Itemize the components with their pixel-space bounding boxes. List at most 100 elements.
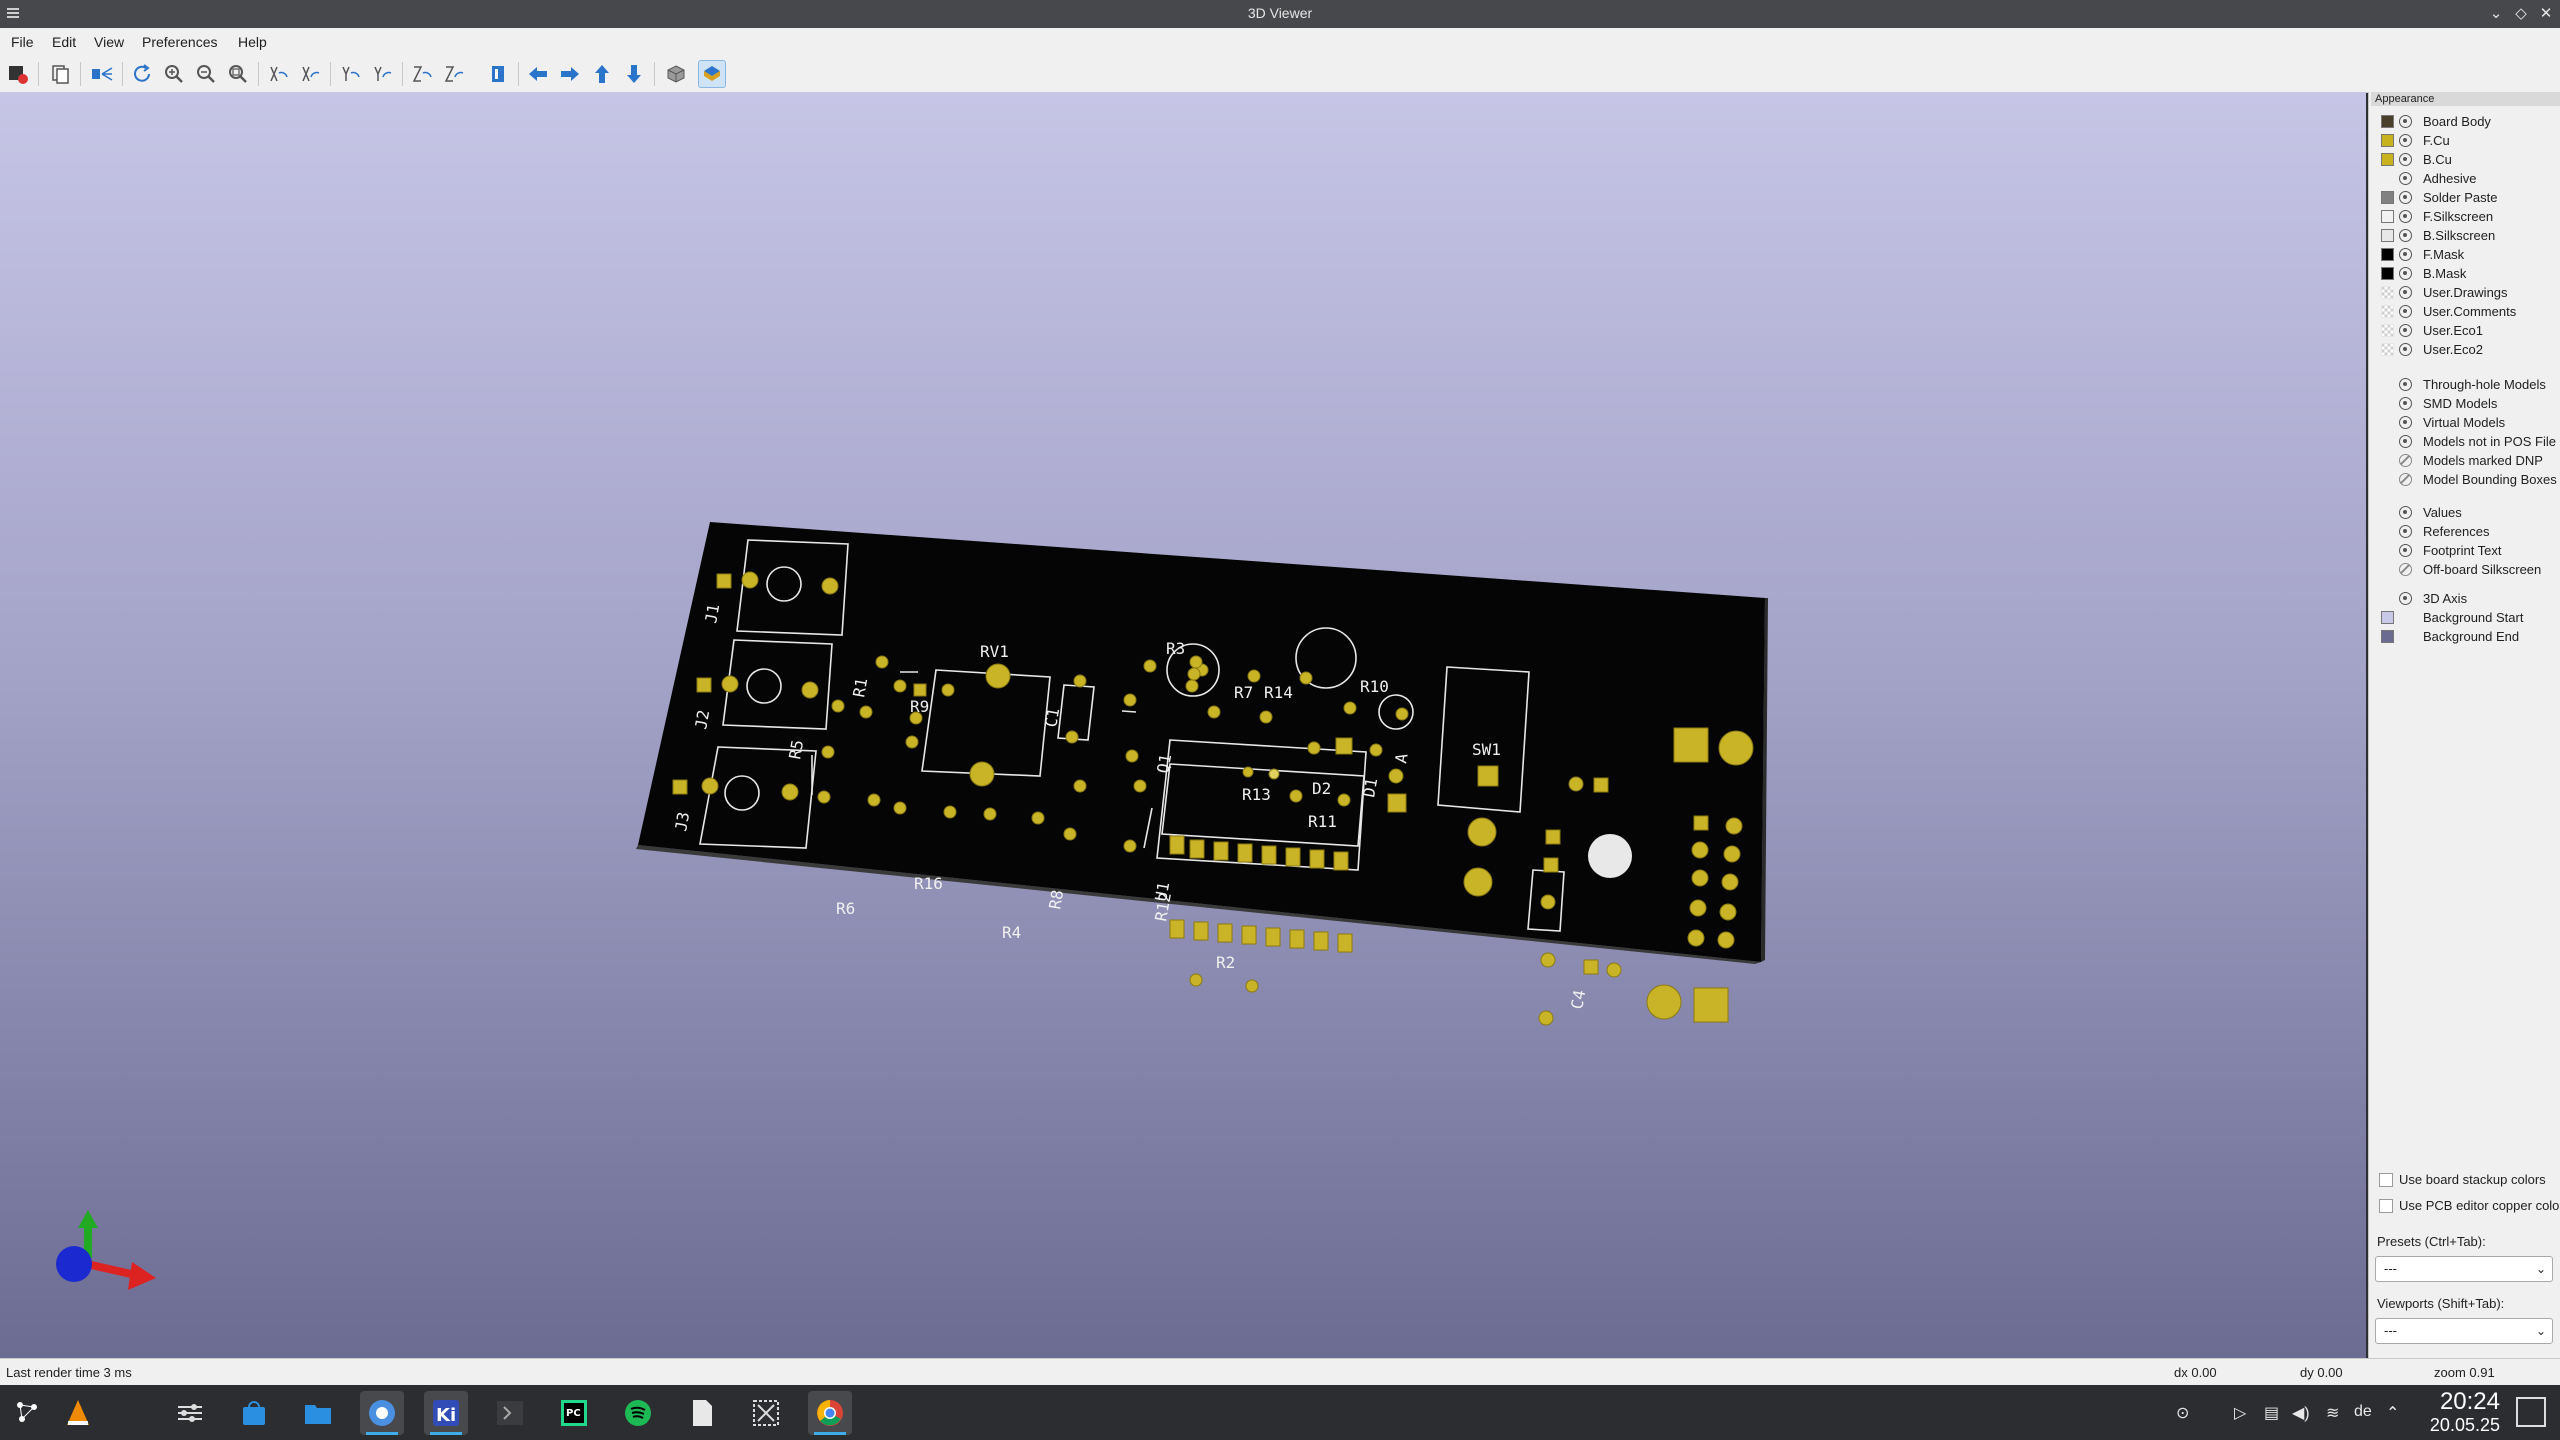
layer-row-b-silkscreen[interactable]: B.Silkscreen (2369, 226, 2560, 245)
rotate-z-cw-icon[interactable] (408, 60, 436, 88)
minimize-icon[interactable]: ⌄ (2485, 3, 2507, 25)
layer-row-solder-paste[interactable]: Solder Paste (2369, 188, 2560, 207)
color-swatch[interactable] (2381, 343, 2394, 356)
visibility-eye-icon[interactable] (2399, 435, 2412, 448)
3d-viewport[interactable]: J1 J2 J3 R9 RV1 R1 R5 C1 R16 R6 R4 R8 R3… (0, 92, 2366, 1358)
color-swatch[interactable] (2381, 286, 2394, 299)
menu-help[interactable]: Help (238, 34, 267, 50)
layer-row-models-not-in-pos-file[interactable]: Models not in POS File (2369, 432, 2560, 451)
clipboard-icon[interactable]: ▤ (2264, 1403, 2279, 1423)
move-up-icon[interactable] (588, 60, 616, 88)
layer-row-f-mask[interactable]: F.Mask (2369, 245, 2560, 264)
ortho-projection-icon[interactable] (662, 60, 690, 88)
use-stackup-colors-checkbox[interactable]: Use board stackup colors (2377, 1170, 2560, 1190)
layer-row-model-bounding-boxes[interactable]: Model Bounding Boxes (2369, 470, 2560, 489)
color-swatch[interactable] (2381, 267, 2394, 280)
visibility-eye-icon[interactable] (2399, 544, 2412, 557)
menu-view[interactable]: View (94, 34, 124, 50)
rotate-y-cw-icon[interactable] (336, 60, 364, 88)
layer-row-user-comments[interactable]: User.Comments (2369, 302, 2560, 321)
color-swatch[interactable] (2381, 305, 2394, 318)
layer-row-user-eco2[interactable]: User.Eco2 (2369, 340, 2560, 359)
layer-row-user-drawings[interactable]: User.Drawings (2369, 283, 2560, 302)
sync-icon[interactable]: ⊙ (2176, 1403, 2189, 1423)
visibility-hidden-icon[interactable] (2399, 454, 2412, 467)
layer-row-values[interactable]: Values (2369, 503, 2560, 522)
menu-file[interactable]: File (11, 34, 34, 50)
show-board-icon[interactable] (698, 60, 726, 88)
zoom-in-icon[interactable] (160, 60, 188, 88)
clock[interactable]: 20:24 20.05.25 (2400, 1389, 2500, 1436)
keyboard-layout[interactable]: de (2354, 1403, 2372, 1421)
visibility-eye-icon[interactable] (2399, 267, 2412, 280)
layer-row-board-body[interactable]: Board Body (2369, 112, 2560, 131)
chrome-icon[interactable] (808, 1391, 852, 1435)
visibility-eye-icon[interactable] (2399, 172, 2412, 185)
visibility-eye-icon[interactable] (2399, 592, 2412, 605)
reload-icon[interactable] (128, 60, 156, 88)
visibility-hidden-icon[interactable] (2399, 563, 2412, 576)
color-swatch[interactable] (2381, 630, 2394, 643)
checkbox-icon[interactable] (2379, 1173, 2393, 1187)
zoom-fit-icon[interactable] (224, 60, 252, 88)
color-swatch[interactable] (2381, 324, 2394, 337)
visibility-eye-icon[interactable] (2399, 378, 2412, 391)
wifi-icon[interactable]: ≋ (2326, 1403, 2339, 1423)
rotate-x-ccw-icon[interactable] (296, 60, 324, 88)
visibility-eye-icon[interactable] (2399, 416, 2412, 429)
visibility-eye-icon[interactable] (2399, 115, 2412, 128)
color-swatch[interactable] (2381, 153, 2394, 166)
color-swatch[interactable] (2381, 115, 2394, 128)
maximize-icon[interactable]: ◇ (2510, 3, 2532, 25)
visibility-eye-icon[interactable] (2399, 210, 2412, 223)
ortho-toggle-icon[interactable] (484, 60, 512, 88)
chevron-up-icon[interactable]: ⌃ (2386, 1403, 2399, 1423)
zoom-out-icon[interactable] (192, 60, 220, 88)
layer-row-background-start[interactable]: Background Start (2369, 608, 2560, 627)
checkbox-icon[interactable] (2379, 1199, 2393, 1213)
discover-icon[interactable] (232, 1391, 276, 1435)
viewports-select[interactable]: --- ⌄ (2375, 1318, 2553, 1344)
visibility-eye-icon[interactable] (2399, 305, 2412, 318)
layer-row-f-cu[interactable]: F.Cu (2369, 131, 2560, 150)
kicad-icon[interactable]: Ki (424, 1391, 468, 1435)
move-down-icon[interactable] (620, 60, 648, 88)
menu-preferences[interactable]: Preferences (142, 34, 217, 50)
layer-row-off-board-silkscreen[interactable]: Off-board Silkscreen (2369, 560, 2560, 579)
volume-icon[interactable]: ◀) (2292, 1403, 2310, 1423)
color-swatch[interactable] (2381, 229, 2394, 242)
layer-row-virtual-models[interactable]: Virtual Models (2369, 413, 2560, 432)
rotate-y-ccw-icon[interactable] (368, 60, 396, 88)
layer-row-f-silkscreen[interactable]: F.Silkscreen (2369, 207, 2560, 226)
files-icon[interactable] (296, 1391, 340, 1435)
use-pcb-copper-checkbox[interactable]: Use PCB editor copper color (2377, 1196, 2560, 1216)
visibility-eye-icon[interactable] (2399, 248, 2412, 261)
move-left-icon[interactable] (524, 60, 552, 88)
layer-row-3d-axis[interactable]: 3D Axis (2369, 589, 2560, 608)
terminal-icon[interactable] (488, 1391, 532, 1435)
visibility-eye-icon[interactable] (2399, 191, 2412, 204)
color-swatch[interactable] (2381, 611, 2394, 624)
color-swatch[interactable] (2381, 134, 2394, 147)
layer-row-footprint-text[interactable]: Footprint Text (2369, 541, 2560, 560)
visibility-eye-icon[interactable] (2399, 525, 2412, 538)
rotate-z-ccw-icon[interactable] (440, 60, 468, 88)
visibility-eye-icon[interactable] (2399, 286, 2412, 299)
visibility-eye-icon[interactable] (2399, 153, 2412, 166)
vlc-icon[interactable] (56, 1391, 100, 1435)
flip-board-icon[interactable] (88, 60, 116, 88)
layer-row-adhesive[interactable]: Adhesive (2369, 169, 2560, 188)
media-icon[interactable]: ▷ (2234, 1403, 2246, 1423)
settings-icon[interactable] (168, 1391, 212, 1435)
visibility-eye-icon[interactable] (2399, 343, 2412, 356)
pycharm-icon[interactable]: PC (552, 1391, 596, 1435)
color-swatch[interactable] (2381, 191, 2394, 204)
layer-row-b-mask[interactable]: B.Mask (2369, 264, 2560, 283)
copy-image-icon[interactable] (46, 60, 74, 88)
visibility-eye-icon[interactable] (2399, 506, 2412, 519)
layer-row-models-marked-dnp[interactable]: Models marked DNP (2369, 451, 2560, 470)
chromium-icon[interactable] (360, 1391, 404, 1435)
layer-row-b-cu[interactable]: B.Cu (2369, 150, 2560, 169)
color-swatch[interactable] (2381, 248, 2394, 261)
app-launcher-icon[interactable] (6, 1391, 50, 1435)
